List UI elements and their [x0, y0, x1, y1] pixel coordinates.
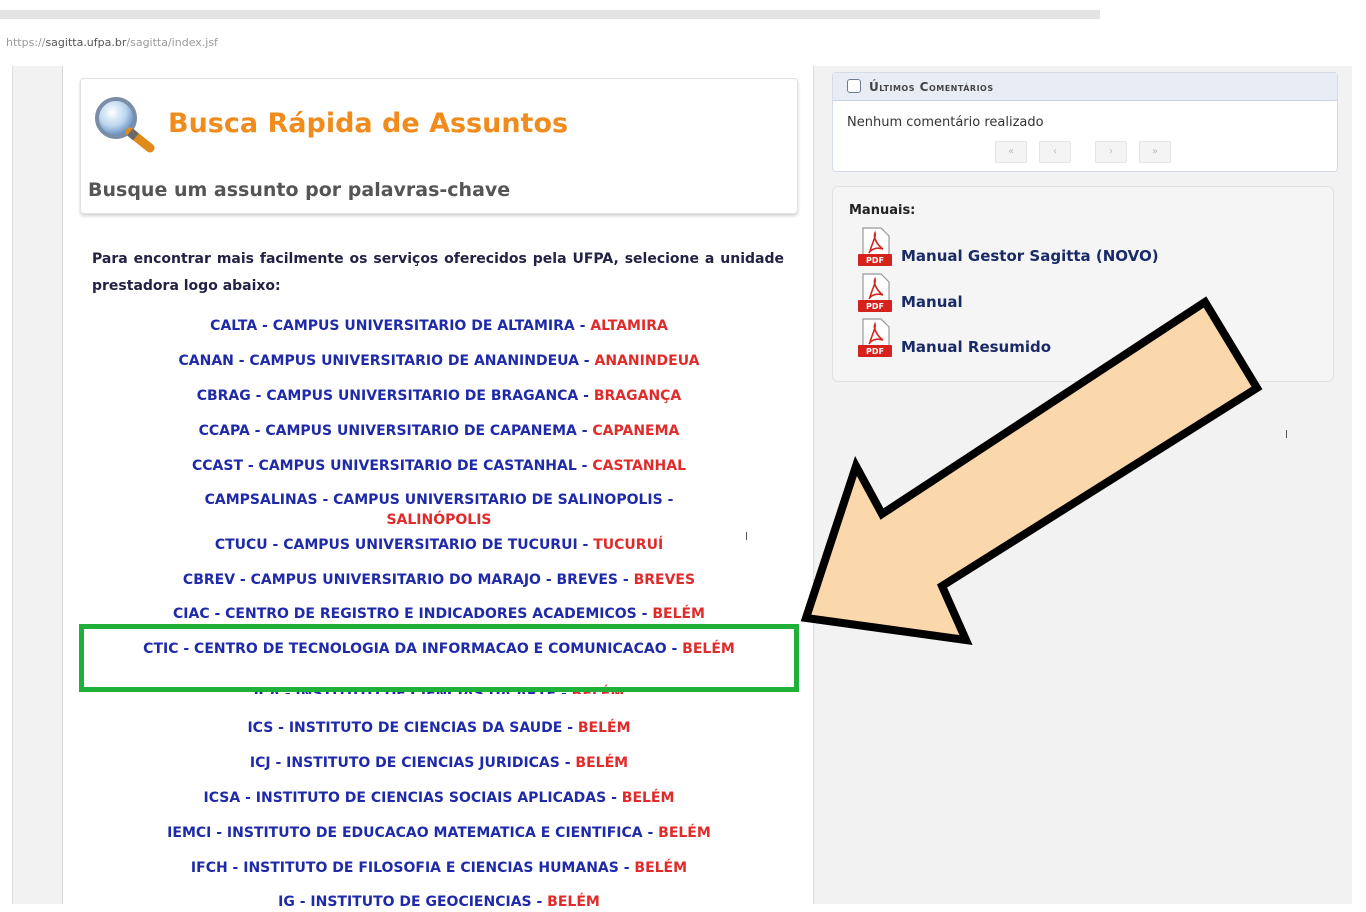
unit-name: CTUCU - CAMPUS UNIVERSITARIO DE TUCURUI — [214, 537, 578, 553]
unit-link[interactable]: CAMPSALINAS - CAMPUS UNIVERSITARIO DE SA… — [80, 490, 798, 530]
browser-tab-strip — [0, 10, 1100, 19]
unit-name: ICSA - INSTITUTO DE CIENCIAS SOCIAIS APL… — [203, 790, 607, 806]
comments-title: Últimos Comentários — [869, 80, 994, 94]
unit-link[interactable]: CANAN - CAMPUS UNIVERSITARIO DE ANANINDE… — [80, 351, 798, 371]
unit-city: ANANINDEUA — [594, 353, 700, 369]
unit-city: BRAGANÇA — [593, 388, 682, 404]
unit-city: BELÉM — [652, 606, 705, 622]
unit-link[interactable]: ICJ - INSTITUTO DE CIENCIAS JURIDICAS - … — [80, 753, 798, 773]
unit-link[interactable]: IFCH - INSTITUTO DE FILOSOFIA E CIENCIAS… — [80, 858, 798, 878]
unit-name: CALTA - CAMPUS UNIVERSITARIO DE ALTAMIRA — [210, 318, 575, 334]
address-bar[interactable]: https://sagitta.ufpa.br/sagitta/index.js… — [6, 36, 218, 49]
unit-name: CCAST - CAMPUS UNIVERSITARIO DE CASTANHA… — [191, 458, 577, 474]
unit-name: IG - INSTITUTO DE GEOCIENCIAS — [278, 894, 532, 910]
comments-header: Últimos Comentários — [833, 73, 1337, 101]
unit-city: ALTAMIRA — [590, 318, 668, 334]
unit-name: CBRAG - CAMPUS UNIVERSITARIO DE BRAGANCA — [196, 388, 579, 404]
stray-mark — [1286, 430, 1287, 438]
unit-city: SALINÓPOLIS — [386, 512, 492, 528]
unit-name: ICJ - INSTITUTO DE CIENCIAS JURIDICAS — [249, 755, 560, 771]
unit-city: BELÉM — [621, 790, 675, 806]
pager-last-button[interactable]: » — [1139, 141, 1171, 163]
comments-panel: Últimos Comentários Nenhum comentário re… — [832, 72, 1338, 172]
unit-name: IEMCI - INSTITUTO DE EDUCACAO MATEMATICA… — [167, 825, 643, 841]
unit-link[interactable]: IG - INSTITUTO DE GEOCIENCIAS - BELÉM — [80, 892, 798, 912]
comments-empty-message: Nenhum comentário realizado — [847, 115, 1044, 130]
unit-city: BELÉM — [547, 894, 600, 910]
pdf-icon: PDF — [858, 227, 892, 266]
url-prefix: https:// — [6, 36, 46, 49]
unit-link[interactable]: CIAC - CENTRO DE REGISTRO E INDICADORES … — [80, 604, 798, 624]
unit-name: CIAC - CENTRO DE REGISTRO E INDICADORES … — [173, 606, 637, 622]
svg-text:PDF: PDF — [866, 256, 884, 265]
pager-prev-button[interactable]: ‹ — [1039, 141, 1071, 163]
unit-name: CANAN - CAMPUS UNIVERSITARIO DE ANANINDE… — [178, 353, 579, 369]
search-subtitle[interactable]: Busque um assunto por palavras-chave — [88, 179, 510, 201]
annotation-arrow-icon — [800, 296, 1263, 645]
unit-city: CASTANHAL — [592, 458, 687, 474]
unit-link[interactable]: CBRAG - CAMPUS UNIVERSITARIO DE BRAGANCA… — [80, 386, 798, 406]
manual-label: Manual Gestor Sagitta (NOVO) — [901, 247, 1159, 265]
unit-link[interactable]: IEMCI - INSTITUTO DE EDUCACAO MATEMATICA… — [80, 823, 798, 843]
highlight-box — [79, 624, 799, 692]
unit-link[interactable]: ICSA - INSTITUTO DE CIENCIAS SOCIAIS APL… — [80, 788, 798, 808]
unit-name: CAMPSALINAS - CAMPUS UNIVERSITARIO DE SA… — [204, 492, 663, 508]
pager-next-button[interactable]: › — [1095, 141, 1127, 163]
url-path: /sagitta/index.jsf — [126, 36, 218, 49]
unit-name: IFCH - INSTITUTO DE FILOSOFIA E CIENCIAS… — [190, 860, 619, 876]
unit-name: ICS - INSTITUTO DE CIENCIAS DA SAUDE — [247, 720, 563, 736]
unit-city: BELÉM — [575, 755, 629, 771]
magnifier-icon — [95, 97, 155, 153]
unit-city: BREVES — [633, 572, 696, 588]
stray-mark — [746, 532, 747, 540]
pager-first-button[interactable]: « — [995, 141, 1027, 163]
page-title: Busca Rápida de Assuntos — [168, 108, 569, 139]
intro-text: Para encontrar mais facilmente os serviç… — [92, 251, 784, 294]
comment-icon — [847, 79, 861, 93]
unit-link[interactable]: CCAPA - CAMPUS UNIVERSITARIO DE CAPANEMA… — [80, 421, 798, 441]
manuals-title: Manuais: — [849, 203, 916, 218]
unit-link[interactable]: CALTA - CAMPUS UNIVERSITARIO DE ALTAMIRA… — [80, 316, 798, 336]
unit-link[interactable]: CCAST - CAMPUS UNIVERSITARIO DE CASTANHA… — [80, 456, 798, 476]
unit-city: BELÉM — [634, 860, 688, 876]
unit-name: CCAPA - CAMPUS UNIVERSITARIO DE CAPANEMA — [198, 423, 577, 439]
unit-city: CAPANEMA — [592, 423, 680, 439]
url-host: sagitta.ufpa.br — [45, 36, 127, 49]
unit-link[interactable]: CTUCU - CAMPUS UNIVERSITARIO DE TUCURUI … — [80, 535, 798, 555]
unit-link[interactable]: ICS - INSTITUTO DE CIENCIAS DA SAUDE - B… — [80, 718, 798, 738]
unit-name: CBREV - CAMPUS UNIVERSITARIO DO MARAJO -… — [182, 572, 619, 588]
unit-link[interactable]: CBREV - CAMPUS UNIVERSITARIO DO MARAJO -… — [80, 570, 798, 590]
unit-city: TUCURUÍ — [593, 537, 664, 553]
unit-city: BELÉM — [658, 825, 711, 841]
unit-city: BELÉM — [577, 720, 631, 736]
